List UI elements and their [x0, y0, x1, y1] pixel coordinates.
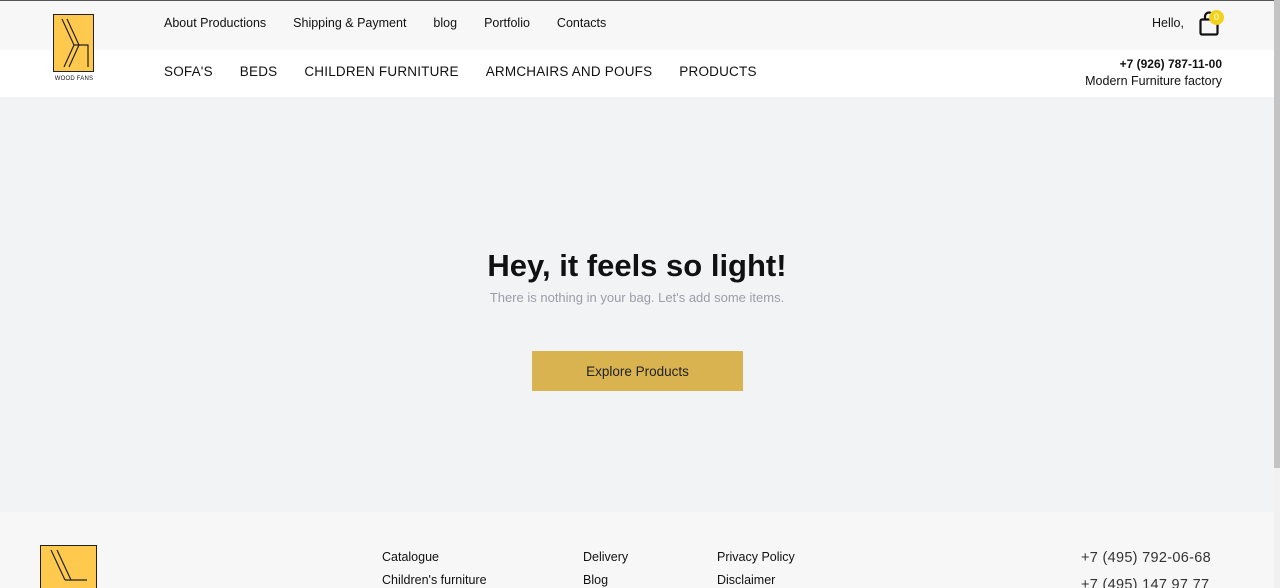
category-link-children-furniture[interactable]: CHILDREN FURNITURE: [304, 64, 458, 79]
user-greeting[interactable]: Hello,: [1152, 16, 1184, 30]
site-logo[interactable]: WOOD FANS: [53, 14, 95, 84]
nav-link-about[interactable]: About Productions: [164, 16, 266, 30]
footer-column-catalogue: Catalogue Children's furniture: [382, 546, 487, 588]
scrollbar-thumb[interactable]: [1274, 0, 1280, 468]
category-link-armchairs-poufs[interactable]: ARMCHAIRS AND POUFS: [486, 64, 653, 79]
empty-bag-subtitle: There is nothing in your bag. Let's add …: [489, 290, 785, 305]
footer-link-disclaimer[interactable]: Disclaimer: [717, 569, 795, 588]
cart-count-badge: 0: [1209, 10, 1224, 25]
footer-column-info: Delivery Blog: [583, 546, 628, 588]
nav-link-portfolio[interactable]: Portfolio: [484, 16, 530, 30]
nav-link-blog[interactable]: blog: [433, 16, 457, 30]
footer-link-catalogue[interactable]: Catalogue: [382, 546, 487, 569]
footer-phone-1[interactable]: +7 (495) 792-06-68: [1081, 545, 1211, 572]
top-navigation: About Productions Shipping & Payment blo…: [164, 16, 606, 30]
footer-phones: +7 (495) 792-06-68 +7 (495) 147 97 77: [1081, 545, 1211, 588]
footer-link-childrens-furniture[interactable]: Children's furniture: [382, 569, 487, 588]
header-tagline: Modern Furniture factory: [1085, 74, 1222, 88]
logo-text: WOOD FANS: [54, 76, 94, 82]
header-phone[interactable]: +7 (926) 787-11-00: [1120, 57, 1222, 71]
category-navigation: SOFA'S BEDS CHILDREN FURNITURE ARMCHAIRS…: [164, 64, 757, 79]
empty-bag-title: Hey, it feels so light!: [487, 248, 787, 283]
footer-link-blog[interactable]: Blog: [583, 569, 628, 588]
explore-products-button[interactable]: Explore Products: [532, 351, 743, 391]
footer-phone-2[interactable]: +7 (495) 147 97 77: [1081, 572, 1211, 588]
category-link-beds[interactable]: BEDS: [240, 64, 278, 79]
scrollbar-track[interactable]: [1274, 0, 1280, 588]
chair-logo-icon: [53, 14, 94, 72]
footer-link-privacy-policy[interactable]: Privacy Policy: [717, 546, 795, 569]
footer-column-legal: Privacy Policy Disclaimer: [717, 546, 795, 588]
category-link-sofas[interactable]: SOFA'S: [164, 64, 213, 79]
category-link-products[interactable]: PRODUCTS: [679, 64, 756, 79]
footer-link-delivery[interactable]: Delivery: [583, 546, 628, 569]
footer-chair-logo-icon[interactable]: [40, 545, 97, 588]
nav-link-shipping[interactable]: Shipping & Payment: [293, 16, 406, 30]
nav-link-contacts[interactable]: Contacts: [557, 16, 606, 30]
